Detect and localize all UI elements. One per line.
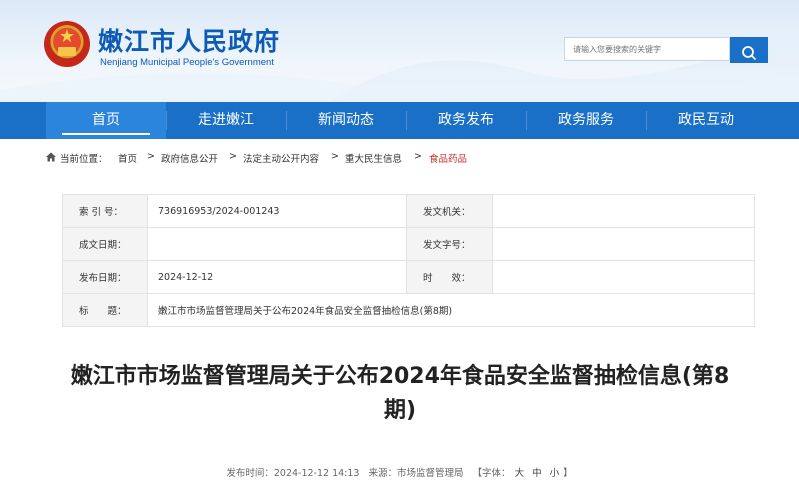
article-meta: 发布时间：2024-12-12 14:13 来源：市场监督管理局 【字体： 大中小… [0,465,799,479]
breadcrumb-separator: > [147,151,155,162]
nav-item-gov-service[interactable]: 政务服务 [526,102,646,139]
table-row: 发布日期： 2024-12-12 时 效： [62,260,755,294]
validity-label: 时 效： [406,260,493,294]
font-size-large-button[interactable]: 大 [515,468,525,479]
search-icon [742,45,756,60]
validity-value [492,260,755,294]
breadcrumb-livelihood[interactable]: 重大民生信息 [345,151,402,165]
search-input[interactable] [564,37,730,61]
subject-label: 标 题： [62,293,148,327]
search-box [564,37,768,63]
doc-number-label: 发文字号： [406,227,493,261]
document-info-table: 索 引 号： 736916953/2024-001243 发文机关： 成文日期：… [62,194,755,327]
breadcrumb-separator: > [331,151,339,162]
index-value: 736916953/2024-001243 [147,194,407,228]
table-row: 标 题： 嫩江市市场监督管理局关于公布2024年食品安全监督抽检信息(第8期) [62,293,755,327]
doc-number-value [492,227,755,261]
article-source: 来源：市场监督管理局 [368,468,464,479]
breadcrumb-prefix: 当前位置： [60,154,108,165]
issuer-label: 发文机关： [406,194,493,228]
index-label: 索 引 号： [62,194,148,228]
national-emblem-icon: ★ [44,21,90,67]
font-size-small-button[interactable]: 小 [550,468,560,479]
breadcrumb-separator: > [414,151,422,162]
breadcrumb-gov-info[interactable]: 政府信息公开 [161,151,218,165]
publish-time: 发布时间：2024-12-12 14:13 [226,468,360,479]
published-date-label: 发布日期： [62,260,148,294]
breadcrumb-legal-disclosure[interactable]: 法定主动公开内容 [243,151,319,165]
font-size-medium-button[interactable]: 中 [532,468,542,479]
search-button[interactable] [730,37,768,63]
article-title: 嫩江市市场监督管理局关于公布2024年食品安全监督抽检信息(第8期) [70,364,730,423]
breadcrumb-current[interactable]: 食品药品 [429,151,467,165]
nav-item-news[interactable]: 新闻动态 [286,102,406,139]
breadcrumb-home[interactable]: 首页 [118,151,137,165]
created-date-value [147,227,407,261]
published-date-value: 2024-12-12 [147,260,407,294]
nav-item-gov-release[interactable]: 政务发布 [406,102,526,139]
font-size-suffix: 】 [563,468,573,479]
issuer-value [492,194,755,228]
site-title[interactable]: 嫩江市人民政府 [98,22,280,58]
subject-value: 嫩江市市场监督管理局关于公布2024年食品安全监督抽检信息(第8期) [147,293,755,327]
table-row: 成文日期： 发文字号： [62,227,755,261]
breadcrumb-separator: > [229,151,237,162]
site-header: ★ 嫩江市人民政府 Nenjiang Municipal People's Go… [0,0,799,102]
site-subtitle: Nenjiang Municipal People's Government [100,57,274,68]
nav-item-interaction[interactable]: 政民互动 [646,102,766,139]
nav-item-home[interactable]: 首页 [46,102,166,139]
home-icon [46,152,56,162]
font-size-prefix: 【字体： [472,468,511,479]
nav-item-about[interactable]: 走进嫩江 [166,102,286,139]
created-date-label: 成文日期： [62,227,148,261]
main-nav: 首页 走进嫩江 新闻动态 政务发布 政务服务 政民互动 [0,102,799,139]
table-row: 索 引 号： 736916953/2024-001243 发文机关： [62,194,755,228]
